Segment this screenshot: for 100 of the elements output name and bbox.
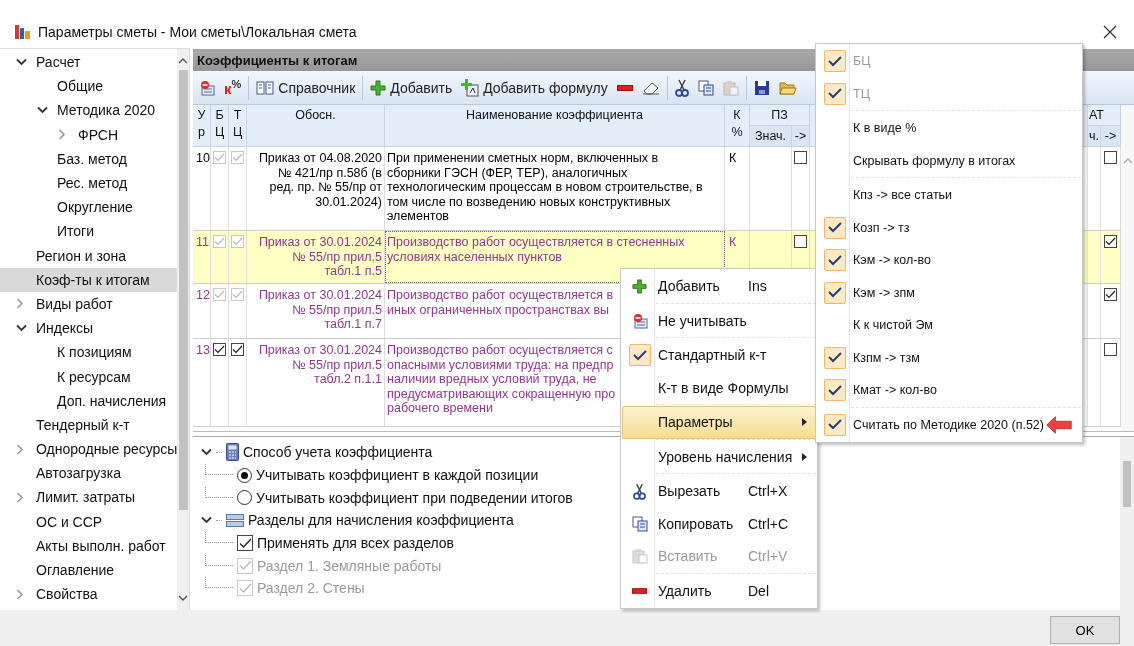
menu-item[interactable]: Уровень начисления xyxy=(622,440,816,473)
sidebar-item[interactable]: ФРСН xyxy=(0,122,178,147)
chevron-down-icon[interactable] xyxy=(16,324,27,333)
sidebar-item[interactable]: Акты выполн. работ xyxy=(0,533,178,558)
menu-item[interactable]: Параметры xyxy=(622,406,816,439)
sidebar-item[interactable]: Регион и зона xyxy=(0,243,178,268)
sidebar-item[interactable]: Однородные ресурсы xyxy=(0,437,178,462)
sidebar-item[interactable]: Расчет xyxy=(0,50,178,75)
menu-item[interactable]: К-т в виде Формулы xyxy=(622,371,816,404)
checkbox[interactable] xyxy=(231,343,244,356)
table-cell: Приказ от 30.01.2024 № 55/пр прил.5 табл.2 п.1.1 xyxy=(258,343,382,386)
menu-item[interactable]: Стандартный к-т xyxy=(622,339,816,372)
radio-button[interactable] xyxy=(237,467,252,483)
column-header: -> xyxy=(1101,126,1121,147)
chevron-right-icon[interactable] xyxy=(16,491,24,503)
chevron-right-icon[interactable] xyxy=(16,588,24,600)
column-header: Т Ц xyxy=(229,105,247,147)
radio-button[interactable] xyxy=(237,490,252,506)
menu-item[interactable]: Кзпм -> тзм xyxy=(817,341,1081,374)
menu-item[interactable]: Считать по Методике 2020 (п.52) xyxy=(817,408,1081,441)
scroll-thumb[interactable] xyxy=(1123,461,1131,507)
sidebar-item[interactable]: К позициям xyxy=(0,340,178,365)
menu-item[interactable]: Кмат -> кол-во xyxy=(817,374,1081,407)
copy-icon xyxy=(697,79,714,96)
ok-button[interactable]: OK xyxy=(1050,616,1120,644)
chevron-right-icon[interactable] xyxy=(16,443,24,455)
menu-item[interactable]: Скрывать формулу в итогах xyxy=(817,144,1081,177)
checkbox[interactable] xyxy=(794,235,807,248)
reference-button[interactable]: Справочник xyxy=(252,74,360,101)
column-header: Б Ц xyxy=(211,105,229,147)
checkbox-label: Раздел 2. Стены xyxy=(257,580,365,597)
sidebar-item[interactable]: Рес. метод xyxy=(0,170,178,196)
copy-icon xyxy=(631,515,648,532)
sidebar-item[interactable]: К ресурсам xyxy=(0,364,178,389)
add-formula-button[interactable]: Добавить формулу xyxy=(457,74,612,101)
scrollbar[interactable] xyxy=(1120,437,1134,610)
sidebar-item[interactable]: Общие xyxy=(0,74,178,99)
add-button[interactable]: Добавить xyxy=(366,74,457,101)
checkbox[interactable] xyxy=(1104,288,1117,301)
sidebar-item[interactable]: Лимит. затраты xyxy=(0,485,178,510)
chevron-down-icon[interactable] xyxy=(37,106,48,115)
list-icon xyxy=(226,513,244,527)
menu-item[interactable]: Кпз -> все статьи xyxy=(817,179,1081,212)
sidebar-item[interactable]: Округление xyxy=(0,195,178,220)
sidebar-item[interactable]: Методика 2020 xyxy=(0,98,178,123)
chevron-right-icon[interactable] xyxy=(16,298,24,310)
minus-icon xyxy=(616,84,633,91)
menu-item[interactable]: Удалить Del xyxy=(622,574,816,607)
chevron-down-icon[interactable] xyxy=(16,58,27,67)
sidebar-item[interactable]: Оглавление xyxy=(0,557,178,583)
menu-item[interactable]: Кэм -> кол-во xyxy=(817,244,1081,277)
sidebar-item[interactable]: Итоги xyxy=(0,219,178,244)
chevron-down-icon[interactable] xyxy=(201,448,212,457)
minus-icon xyxy=(632,587,647,594)
shortcut-label: Ctrl+X xyxy=(748,483,788,500)
shortcut-label: Ctrl+C xyxy=(748,515,789,532)
sidebar-item[interactable]: Виды работ xyxy=(0,291,178,317)
scrollbar[interactable] xyxy=(1121,105,1134,431)
checkbox[interactable] xyxy=(237,535,253,552)
sidebar-item[interactable]: Доп. начисления xyxy=(0,388,178,413)
plus-icon xyxy=(632,278,647,294)
table-cell: Производство работ осуществляется в стесненных условиях населенных пунктов xyxy=(387,235,685,264)
sidebar-item[interactable]: Баз. метод xyxy=(0,146,178,171)
chevron-down-icon[interactable] xyxy=(201,516,212,525)
checkbox[interactable] xyxy=(1104,343,1117,356)
check-icon xyxy=(823,379,846,402)
radio-label: Учитывать коэффициент в каждой позиции xyxy=(256,467,539,484)
sidebar-item[interactable]: ОС и ССР xyxy=(0,509,178,534)
checkbox[interactable] xyxy=(794,151,807,164)
menu-item[interactable]: Копировать Ctrl+C xyxy=(622,507,816,540)
percent-toggle-button[interactable]: к$^{%}$ xyxy=(220,74,246,101)
menu-item[interactable]: К к чистой Эм xyxy=(817,309,1081,342)
chevron-right-icon[interactable] xyxy=(58,129,66,141)
checkbox[interactable] xyxy=(1104,151,1117,164)
checkbox[interactable] xyxy=(213,343,226,356)
sidebar-item[interactable]: Автозагрузка xyxy=(0,461,178,486)
option-group-label: Способ учета коэффициента xyxy=(243,444,433,461)
check-icon xyxy=(823,346,846,369)
column-header: Знач. xyxy=(750,126,792,147)
plus-icon xyxy=(370,79,387,96)
window-title: Параметры сметы - Мои сметы\Локальная смета xyxy=(38,24,358,40)
scroll-up-icon[interactable] xyxy=(178,57,189,64)
check-icon xyxy=(823,82,846,105)
document-icon xyxy=(199,79,215,96)
sidebar-item[interactable]: Свойства xyxy=(0,582,178,607)
clipboard-icon xyxy=(722,79,739,96)
scrollbar[interactable] xyxy=(177,49,189,610)
sidebar-item[interactable]: Тендерный к-т xyxy=(0,412,178,437)
sidebar-item[interactable]: Индексы xyxy=(0,316,178,341)
scroll-thumb[interactable] xyxy=(178,70,188,510)
folder-icon xyxy=(778,79,797,96)
menu-item[interactable]: К в виде % xyxy=(817,112,1081,145)
menu-item[interactable]: Вырезать Ctrl+X xyxy=(622,475,816,508)
checkbox-label: Применять для всех разделов xyxy=(257,535,454,552)
menu-item[interactable]: Не учитывать xyxy=(622,304,816,337)
scroll-down-icon[interactable] xyxy=(178,595,189,602)
checkbox[interactable] xyxy=(1104,235,1117,248)
formula-icon xyxy=(461,78,480,97)
pointer-arrow-icon xyxy=(1045,415,1072,434)
sidebar-item[interactable]: Коэф-ты к итогам xyxy=(0,267,178,292)
